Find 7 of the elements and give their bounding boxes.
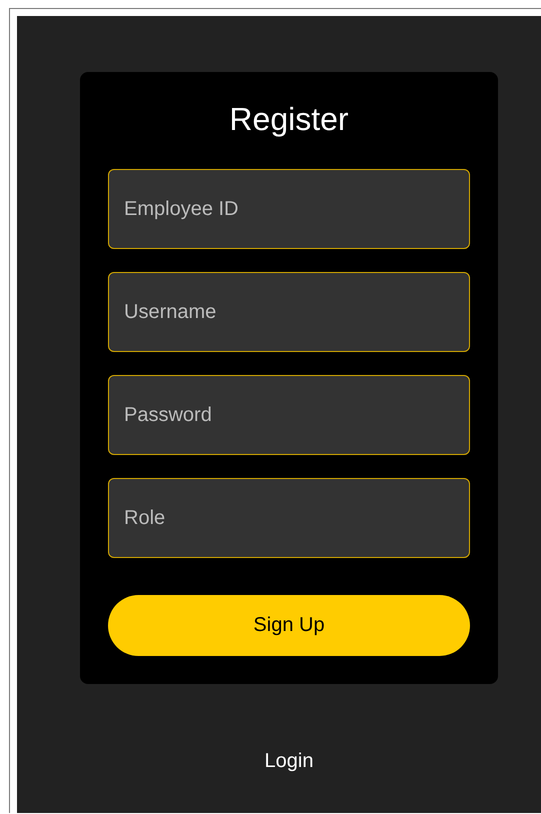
input-field[interactable]: Role bbox=[108, 478, 470, 558]
input-field[interactable]: Employee ID bbox=[108, 169, 470, 249]
login-link[interactable]: Login bbox=[264, 750, 314, 773]
input-field[interactable]: Username bbox=[108, 272, 470, 352]
input-field[interactable]: Password bbox=[108, 375, 470, 455]
sign-up-button[interactable]: Sign Up bbox=[108, 595, 470, 656]
form-title: Register bbox=[229, 100, 349, 139]
